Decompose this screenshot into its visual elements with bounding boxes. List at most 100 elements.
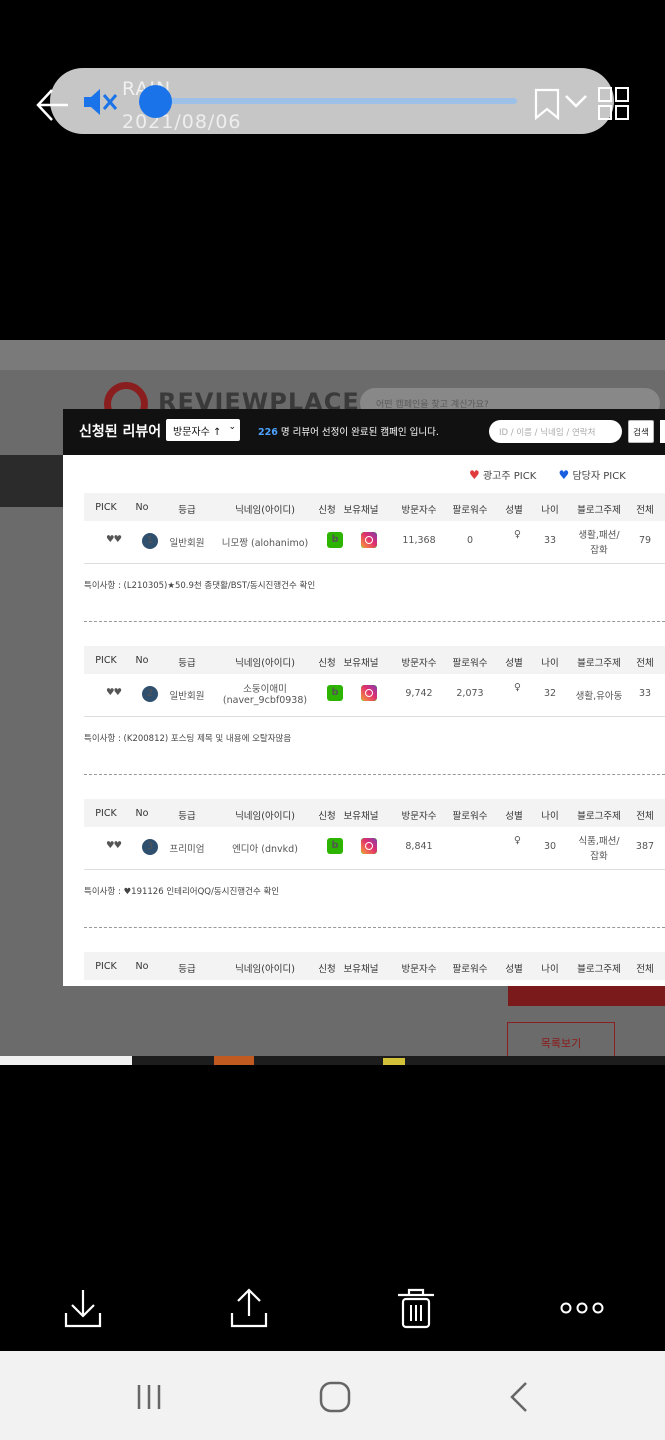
column-header-age: 나이	[541, 505, 559, 516]
column-header-topic: 블로그주제	[577, 658, 621, 669]
screen: RAIN 2021/08/06 REVIEWPLACE 어떤 캠페인을 찾고 계…	[0, 0, 665, 1440]
column-header-visitors: 방문자수	[401, 811, 437, 822]
reviewer-id[interactable]: (naver_9cbf0938)	[210, 695, 320, 706]
reviewer-modal: 신청된 리뷰어 방문자수 ↑ ⌄ 226 명 리뷰어 선정이 완료된 캠페인 입니…	[63, 409, 665, 986]
column-header-total: 전체	[636, 964, 654, 975]
row-divider	[84, 563, 665, 564]
reviewer-age: 30	[543, 841, 557, 852]
sort-select-value: 방문자수 ↑	[173, 427, 222, 438]
column-header-channels: 보유채널	[343, 964, 379, 975]
table-row[interactable]: ♥♥1일반회원니모짱 (alohanimo)bb 11,3680♀33생활,패션…	[84, 521, 665, 565]
background-topbar	[0, 340, 665, 370]
reviewer-nickname[interactable]: 니모짱 (alohanimo)	[210, 535, 320, 549]
table-row[interactable]: ♥♥3프리미엄엔디아 (dnvkd)bb 8,841♀30식품,패션/잡화387	[84, 827, 665, 871]
more-icon[interactable]	[560, 1287, 604, 1329]
reviewer-nickname[interactable]: 엔디아 (dnvkd)	[210, 841, 320, 855]
reviewer-age: 32	[543, 688, 557, 699]
instagram-icon[interactable]	[361, 685, 377, 701]
background-list-button-label: 목록보기	[540, 1037, 582, 1050]
background-taskbar-item	[383, 1058, 405, 1065]
selection-count: 226	[258, 427, 278, 438]
blue-heart-icon: ♥	[558, 468, 570, 482]
pick-heart-icon[interactable]: ♥♥	[106, 840, 122, 851]
column-header-no: No	[135, 655, 149, 666]
reviewer-total: 79	[638, 535, 652, 546]
section-divider	[84, 927, 665, 928]
reviewer-number-badge: 1	[142, 533, 158, 549]
column-header-followers: 팔로워수	[452, 505, 488, 516]
selection-count-label: 명 리뷰어 선정이 완료된 캠페인 입니다.	[280, 427, 439, 438]
reviewer-search-input[interactable]: ID / 이름 / 닉네임 / 연락처	[489, 420, 622, 443]
reviewer-topic-line2: 잡화	[590, 851, 608, 862]
reviewer-followers: 0	[466, 535, 474, 546]
column-header-nickname: 닉네임(아이디)	[235, 505, 295, 516]
mute-icon[interactable]	[82, 86, 118, 118]
modal-title: 신청된 리뷰어	[79, 424, 162, 440]
column-header-grade: 등급	[178, 964, 196, 975]
column-header-nickname: 닉네임(아이디)	[235, 964, 295, 975]
chevron-down-icon[interactable]	[563, 92, 589, 110]
reviewer-number-badge: 2	[142, 686, 158, 702]
advertiser-pick-label: 광고주 PICK	[482, 471, 537, 482]
volume-slider-track[interactable]	[155, 98, 517, 104]
column-header-channels: 보유채널	[343, 811, 379, 822]
reviewer-grade: 일반회원	[169, 691, 205, 702]
recent-apps-icon[interactable]	[130, 1379, 170, 1415]
reviewer-topic: 식품,패션/	[578, 836, 620, 847]
reviewer-nickname[interactable]: 소둥이애미	[210, 681, 320, 695]
trash-icon[interactable]	[396, 1287, 436, 1329]
table-header: PICK No 등급 닉네임(아이디) 신청 보유채널 방문자수 팔로워수 성별 나이 블로그주제 전…	[84, 799, 665, 827]
column-header-visitors: 방문자수	[401, 658, 437, 669]
system-navbar	[0, 1351, 665, 1440]
share-icon[interactable]	[229, 1287, 269, 1329]
instagram-icon[interactable]	[361, 532, 377, 548]
grid-icon[interactable]	[597, 86, 631, 122]
reviewer-note: 특이사항 : ♥191126 인테리어QQ/동시진행건수 확인	[84, 887, 280, 897]
back-icon[interactable]	[500, 1379, 540, 1415]
home-icon[interactable]	[315, 1379, 355, 1415]
action-bar	[0, 1265, 665, 1351]
chevron-down-icon: ⌄	[228, 422, 236, 432]
column-header-visitors: 방문자수	[401, 964, 437, 975]
column-header-total: 전체	[636, 811, 654, 822]
column-header-no: No	[135, 502, 149, 513]
column-header-age: 나이	[541, 964, 559, 975]
column-header-topic: 블로그주제	[577, 505, 621, 516]
header-extra-button[interactable]	[660, 420, 665, 443]
sort-select[interactable]: 방문자수 ↑ ⌄	[166, 419, 240, 441]
reviewer-followers: 2,073	[456, 688, 484, 699]
volume-slider-thumb[interactable]	[139, 85, 172, 118]
column-header-age: 나이	[541, 811, 559, 822]
reviewer-visitors: 9,742	[405, 688, 433, 699]
column-header-nickname: 닉네임(아이디)	[235, 811, 295, 822]
red-heart-icon: ♥	[469, 468, 480, 482]
manager-pick-label: 담당자 PICK	[572, 471, 626, 482]
media-date: 2021/08/06	[122, 111, 242, 133]
reviewer-topic: 생활,패션/	[578, 530, 620, 541]
row-divider	[84, 869, 665, 870]
instagram-icon[interactable]	[361, 838, 377, 854]
section-divider	[84, 774, 665, 775]
table-row[interactable]: ♥♥2일반회원소둥이애미(naver_9cbf0938)bb 9,7422,07…	[84, 674, 665, 718]
reviewer-total: 387	[635, 841, 655, 852]
column-header-grade: 등급	[178, 505, 196, 516]
column-header-grade: 등급	[178, 811, 196, 822]
modal-header: 신청된 리뷰어 방문자수 ↑ ⌄ 226 명 리뷰어 선정이 완료된 캠페인 입니…	[63, 409, 665, 455]
column-header-channels: 보유채널	[343, 505, 379, 516]
reviewer-total: 33	[638, 688, 652, 699]
column-header-followers: 팔로워수	[452, 658, 488, 669]
pick-heart-icon[interactable]: ♥♥	[106, 687, 122, 698]
column-header-nickname: 닉네임(아이디)	[235, 658, 295, 669]
download-icon[interactable]	[63, 1287, 103, 1329]
naver-blog-icon: b	[327, 532, 343, 548]
column-header-age: 나이	[541, 658, 559, 669]
bookmark-icon[interactable]	[534, 88, 560, 120]
pick-heart-icon[interactable]: ♥♥	[106, 534, 122, 545]
back-arrow-icon[interactable]	[36, 86, 70, 124]
column-header-grade: 등급	[178, 658, 196, 669]
reviewer-grade: 프리미엄	[169, 844, 205, 855]
reviewer-visitors: 8,841	[405, 841, 433, 852]
column-header-topic: 블로그주제	[577, 964, 621, 975]
reviewer-age: 33	[543, 535, 557, 546]
search-button[interactable]: 검색	[628, 420, 654, 443]
